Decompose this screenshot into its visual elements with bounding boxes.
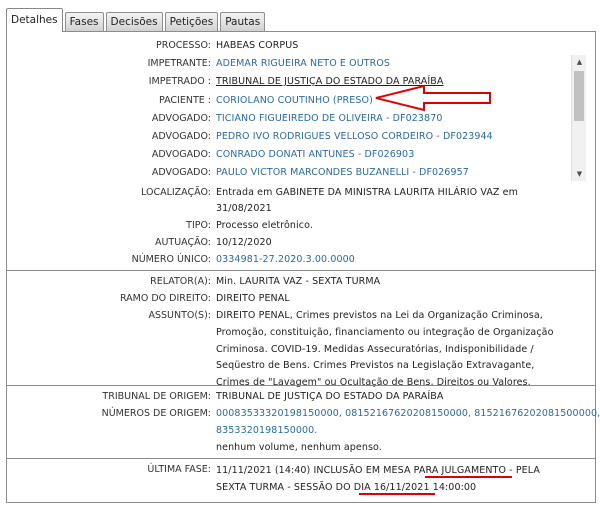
section-divider — [7, 385, 595, 386]
tipo-value: Processo eletrônico. — [216, 220, 313, 231]
volume-value: nenhum volume, nenhum apenso. — [216, 442, 382, 453]
tab-fases[interactable]: Fases — [64, 12, 104, 32]
assuntos-value: DIREITO PENAL, Crimes previstos na Lei d… — [216, 308, 554, 392]
tribunal-origem-label: TRIBUNAL DE ORIGEM: — [102, 391, 211, 402]
autuacao-label: AUTUAÇÃO: — [154, 237, 211, 248]
advogado-label: ADVOGADO: — [151, 113, 211, 124]
ultima-fase-value: 11/11/2021 (14:40) INCLUSÃO EM MESA PARA… — [216, 462, 540, 496]
tab-bar: Detalhes Fases Decisões Petições Pautas — [6, 8, 267, 32]
processo-row: PROCESSO: HABEAS CORPUS — [7, 38, 298, 54]
advogado-row: ADVOGADO: PEDRO IVO RODRIGUES VELLOSO CO… — [7, 129, 493, 145]
advogado-label: ADVOGADO: — [151, 167, 211, 178]
numeros-origem-line[interactable]: 00083533320198150000, 081521676202081500… — [216, 408, 600, 419]
numeros-origem-line[interactable]: 8353320198150000. — [216, 425, 317, 436]
triangle-down-icon[interactable]: ▼ — [572, 167, 587, 181]
localizacao-label: LOCALIZAÇÃO: — [141, 187, 211, 198]
assuntos-label: ASSUNTO(S): — [148, 310, 211, 321]
advogado-link[interactable]: PAULO VICTOR MARCONDES BUZANELLI - DF026… — [216, 165, 469, 181]
relator-label: RELATOR(A): — [150, 276, 211, 287]
localizacao-row: LOCALIZAÇÃO: Entrada em GABINETE DA MINI… — [7, 185, 518, 217]
localizacao-value: Entrada em GABINETE DA MINISTRA LAURITA … — [216, 185, 518, 217]
fase-text: 11/11/2021 (14:40) INCLUSÃO EM MESA PARA — [216, 465, 442, 476]
red-underline-annotation — [425, 476, 512, 478]
advogado-label: ADVOGADO: — [151, 131, 211, 142]
advogado-row: ADVOGADO: TICIANO FIGUEIREDO DE OLIVEIRA… — [7, 111, 443, 127]
section-divider — [7, 458, 595, 459]
ultima-fase-label: ÚLTIMA FASE: — [147, 464, 211, 475]
tab-pautas[interactable]: Pautas — [220, 12, 266, 32]
processo-label: PROCESSO: — [155, 40, 211, 51]
assunto-line: Crimes de "Lavagem" ou Ocultação de Bens… — [216, 377, 531, 389]
fase-highlight-julgamento: JULGAMENTO — [441, 465, 507, 476]
advogado-label: ADVOGADO: — [151, 149, 211, 160]
tribunal-origem-row: TRIBUNAL DE ORIGEM: TRIBUNAL DE JUSTIÇA … — [7, 389, 444, 405]
numeros-origem-label: NÚMEROS DE ORIGEM: — [101, 408, 211, 419]
tipo-row: TIPO: Processo eletrônico. — [7, 218, 313, 234]
ramo-label: RAMO DO DIREITO: — [119, 293, 211, 304]
details-panel: PROCESSO: HABEAS CORPUS IMPETRANTE: ADEM… — [6, 31, 600, 503]
tab-detalhes[interactable]: Detalhes — [6, 8, 63, 32]
localizacao-line: Entrada em GABINETE DA MINISTRA LAURITA … — [216, 187, 518, 198]
red-arrow-annotation — [375, 84, 491, 112]
triangle-up-icon[interactable]: ▲ — [572, 55, 587, 69]
ramo-value: DIREITO PENAL — [216, 293, 290, 304]
fase-text: - PELA — [506, 465, 540, 476]
fase-text: 14:00:00 — [429, 482, 477, 493]
numeros-origem-row: NÚMEROS DE ORIGEM: 00083533320198150000,… — [7, 406, 600, 440]
ultima-fase-row: ÚLTIMA FASE: 11/11/2021 (14:40) INCLUSÃO… — [7, 462, 540, 496]
relator-value: Min. LAURITA VAZ - SEXTA TURMA — [216, 276, 381, 287]
assunto-line: Promoção, constituição, financiamento ou… — [216, 326, 554, 338]
red-underline-annotation — [359, 493, 435, 495]
tribunal-origem-value: TRIBUNAL DE JUSTIÇA DO ESTADO DA PARAÍBA — [216, 391, 444, 402]
impetrante-link[interactable]: ADEMAR RIGUEIRA NETO E OUTROS — [216, 56, 390, 72]
impetrado-label: IMPETRADO : — [148, 76, 211, 87]
assunto-line: Seqüestro de Bens. Crimes Previstos na L… — [216, 360, 535, 372]
volume-row: nenhum volume, nenhum apenso. — [7, 440, 382, 456]
assunto-line: DIREITO PENAL, Crimes previstos na Lei d… — [216, 310, 543, 321]
impetrante-row: IMPETRANTE: ADEMAR RIGUEIRA NETO E OUTRO… — [7, 56, 390, 72]
paciente-link[interactable]: CORIOLANO COUTINHO (PRESO) — [216, 93, 373, 109]
parties-scrollbar[interactable]: ▲ ▼ — [571, 55, 586, 181]
paciente-row: PACIENTE : CORIOLANO COUTINHO (PRESO) — [7, 93, 373, 109]
impetrante-label: IMPETRANTE: — [147, 58, 211, 69]
relator-row: RELATOR(A): Min. LAURITA VAZ - SEXTA TUR… — [7, 274, 380, 290]
autuacao-row: AUTUAÇÃO: 10/12/2020 — [7, 235, 272, 251]
paciente-label: PACIENTE : — [158, 95, 211, 106]
tab-peticoes[interactable]: Petições — [164, 12, 219, 32]
advogado-link[interactable]: CONRADO DONATI ANTUNES - DF026903 — [216, 147, 414, 163]
advogado-row: ADVOGADO: CONRADO DONATI ANTUNES - DF026… — [7, 147, 414, 163]
tipo-label: TIPO: — [186, 220, 211, 231]
ramo-row: RAMO DO DIREITO: DIREITO PENAL — [7, 291, 290, 307]
localizacao-line: 31/08/2021 — [216, 203, 272, 214]
scrollbar-thumb[interactable] — [574, 71, 584, 121]
numero-unico-value[interactable]: 0334981-27.2020.3.00.0000 — [216, 252, 355, 268]
advogado-link[interactable]: PEDRO IVO RODRIGUES VELLOSO CORDEIRO - D… — [216, 129, 493, 145]
tab-decisoes[interactable]: Decisões — [105, 12, 163, 32]
numeros-origem-value[interactable]: 00083533320198150000, 081521676202081500… — [216, 406, 600, 440]
fase-text: SEXTA TURMA - SESSÃO DO — [216, 482, 354, 493]
advogado-row: ADVOGADO: PAULO VICTOR MARCONDES BUZANEL… — [7, 165, 469, 181]
autuacao-value: 10/12/2020 — [216, 237, 272, 248]
assunto-line: Criminosa. COVID-19. Medidas Assecuratór… — [216, 343, 534, 355]
section-divider — [7, 270, 595, 271]
assuntos-row: ASSUNTO(S): DIREITO PENAL, Crimes previs… — [7, 308, 554, 392]
numero-unico-label: NÚMERO ÚNICO: — [131, 254, 211, 265]
numero-unico-row: NÚMERO ÚNICO: 0334981-27.2020.3.00.0000 — [7, 252, 355, 268]
advogado-link[interactable]: TICIANO FIGUEIREDO DE OLIVEIRA - DF02387… — [216, 111, 442, 127]
fase-highlight-dia: DIA 16/11/2021 — [353, 482, 430, 493]
processo-value: HABEAS CORPUS — [216, 40, 299, 51]
